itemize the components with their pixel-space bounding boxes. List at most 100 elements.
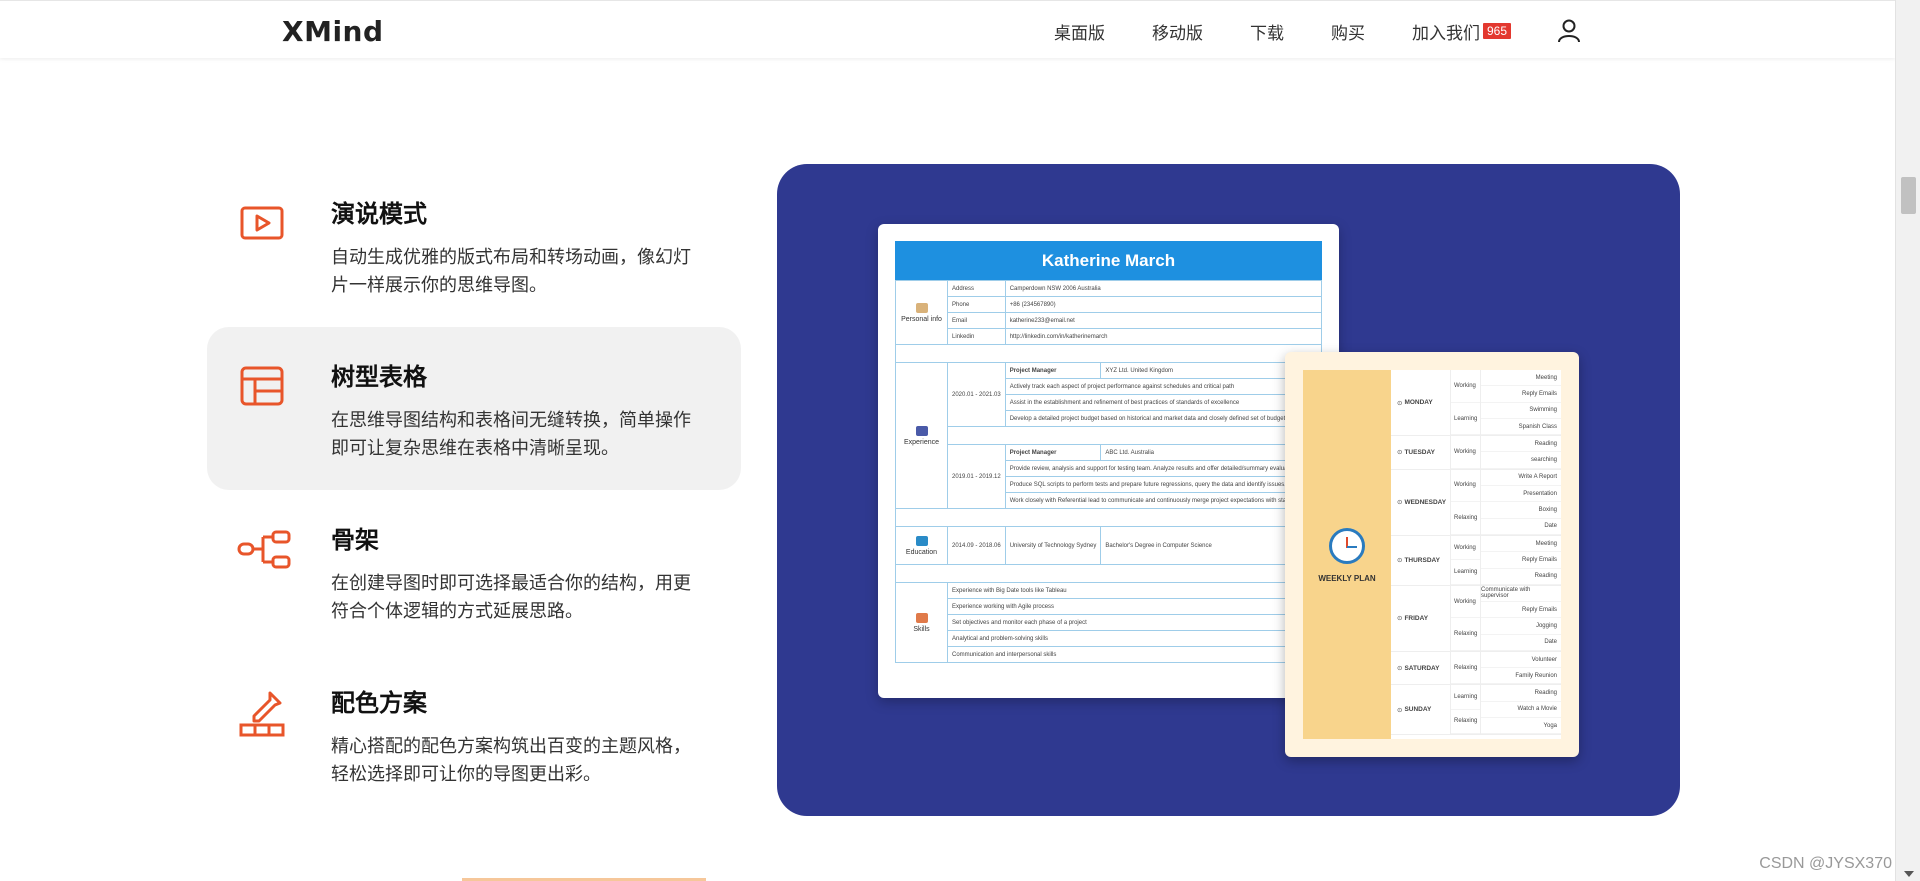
job-item: Develop a detailed project budget based … [1004,410,1323,427]
user-icon[interactable] [1556,18,1582,44]
weekly-plan-day-row: SUNDAYLearningRelaxingReadingWatch a Mov… [1391,685,1561,736]
skeleton-icon [237,525,291,575]
weekly-plan-item: Reply Emails [1481,552,1561,569]
weekly-plan-item: Communicate with supervisor [1481,586,1561,603]
weekly-plan-day: TUESDAY [1391,436,1451,469]
feature-title: 树型表格 [331,364,427,391]
top-navigation: XMind 桌面版 移动版 下载 购买 加入我们 965 [0,0,1895,58]
feature-description: 在创建导图时即可选择最适合你的结构，用更符合个体逻辑的方式延展思路。 [331,573,691,621]
weekly-plan-day: SUNDAY [1391,685,1451,735]
weekly-plan-item: Volunteer [1481,652,1561,669]
weekly-plan-item: Meeting [1481,536,1561,553]
weekly-plan-category: Relaxing [1451,618,1480,652]
table-spacer [895,344,1322,363]
info-value: +86 (234567890) [1004,296,1323,313]
weekly-plan-sidebar: WEEKLY PLAN [1303,370,1391,739]
weekly-plan-item: Write A Report [1481,470,1561,486]
info-label: Address [947,280,1006,297]
job-item: Produce SQL scripts to perform tests and… [1004,476,1323,493]
info-label: Linkedin [947,328,1006,345]
briefcase-icon [915,425,928,436]
section-label: Education [905,548,938,556]
weekly-plan-item: Family Reunion [1481,668,1561,685]
info-label: Email [947,312,1006,329]
feature-presentation-mode[interactable]: 演说模式 自动生成优雅的版式布局和转场动画，像幻灯片一样展示你的思维导图。 [207,164,741,327]
feature-color-scheme[interactable]: 配色方案 精心搭配的配色方案构筑出百变的主题风格，轻松选择即可让你的导图更出彩。 [207,653,741,816]
weekly-plan-category: Learning [1451,403,1480,436]
weekly-plan-item: Meeting [1481,370,1561,387]
weekly-plan-item: Date [1481,519,1561,535]
job-item: Assist in the establishment and refineme… [1004,394,1323,411]
resume-section-skills: Skills [895,582,948,663]
weekly-plan-rows: MONDAYWorkingLearningMeetingReply Emails… [1391,370,1561,739]
skill-item: Analytical and problem-solving skills [947,630,1322,647]
main-nav: 桌面版 移动版 下载 购买 加入我们 965 [1007,18,1582,44]
info-label: Phone [947,296,1006,313]
weekly-plan-day-row: WEDNESDAYWorkingRelaxingWrite A ReportPr… [1391,469,1561,536]
weekly-plan-items: Meeting Reply Emails Swimming Spanish Class [1481,370,1561,436]
weekly-plan-category: Working [1451,370,1480,403]
weekly-plan-item: Reading [1481,569,1561,585]
weekly-plan-categories: Learning Relaxing [1451,685,1481,735]
section-label: Experience [903,438,940,446]
weekly-plan-day: THURSDAY [1391,535,1451,585]
weekly-plan-category: Learning [1451,560,1480,585]
job-title: Project Manager [1004,362,1102,379]
nav-buy[interactable]: 购买 [1331,19,1365,44]
weekly-plan-category: Relaxing [1451,652,1480,685]
info-value: Camperdown NSW 2006 Australia [1004,280,1323,297]
weekly-plan-item: Swimming [1481,403,1561,420]
weekly-plan-category: Working [1451,536,1480,561]
job-item: Provide review, analysis and support for… [1004,460,1323,477]
table-spacer [947,426,1322,445]
feature-description: 在思维导图结构和表格间无缝转换，简单操作即可让复杂思维在表格中清晰呈现。 [331,410,691,458]
weekly-plan-day-row: FRIDAYWorkingRelaxingCommunicate with su… [1391,585,1561,653]
weekly-plan-item: Reply Emails [1481,386,1561,403]
palette-icon [915,612,928,623]
table-spacer [895,508,1322,527]
weekly-plan-categories: Working [1451,436,1481,469]
weekly-plan-categories: Working Learning [1451,535,1481,585]
feature-title: 骨架 [331,527,379,554]
feature-tree-table[interactable]: 树型表格 在思维导图结构和表格间无缝转换，简单操作即可让复杂思维在表格中清晰呈现… [207,327,741,490]
weekly-plan-category: Relaxing [1451,710,1480,735]
info-value: katherine233@email.net [1004,312,1323,329]
weekly-plan-preview: WEEKLY PLAN MONDAYWorkingLearningMeeting… [1285,352,1579,757]
scroll-down-arrow-icon[interactable] [1904,871,1914,877]
nav-join-us[interactable]: 加入我们 965 [1412,19,1511,44]
resume-name: Katherine March [895,241,1322,280]
nav-desktop[interactable]: 桌面版 [1054,19,1105,44]
feature-description: 精心搭配的配色方案构筑出百变的主题风格，轻松选择即可让你的导图更出彩。 [331,736,691,784]
nav-mobile[interactable]: 移动版 [1152,19,1203,44]
weekly-plan-item: Boxing [1481,502,1561,519]
feature-description: 自动生成优雅的版式布局和转场动画，像幻灯片一样展示你的思维导图。 [331,247,691,295]
weekly-plan-day: SATURDAY [1391,652,1451,685]
weekly-plan-item: Date [1481,635,1561,652]
feature-list: 演说模式 自动生成优雅的版式布局和转场动画，像幻灯片一样展示你的思维导图。 树型… [207,164,741,816]
table-spacer [895,564,1322,583]
weekly-plan-items: Communicate with supervisor Reply Emails J… [1481,586,1561,652]
id-card-icon [915,302,928,313]
resume-section-experience: Experience [895,362,948,509]
scrollbar-thumb[interactable] [1901,177,1916,214]
job-period: 2020.01 - 2021.03 [947,362,1006,427]
weekly-plan-category: Working [1451,470,1480,503]
weekly-plan-day-row: MONDAYWorkingLearningMeetingReply Emails… [1391,370,1561,437]
feature-skeleton[interactable]: 骨架 在创建导图时即可选择最适合你的结构，用更符合个体逻辑的方式延展思路。 [207,490,741,653]
nav-download[interactable]: 下载 [1250,19,1284,44]
job-item: Actively track each aspect of project pe… [1004,378,1323,395]
nav-join-us-label: 加入我们 [1411,23,1480,43]
job-item: Work closely with Referential lead to co… [1004,492,1323,509]
weekly-plan-title: WEEKLY PLAN [1318,574,1376,583]
feature-title: 演说模式 [331,201,427,228]
page-scrollbar[interactable] [1895,0,1920,881]
weekly-plan-items: Reading Watch a Movie Yoga [1481,685,1561,735]
weekly-plan-categories: Relaxing [1451,652,1481,685]
skill-item: Experience working with Agile process [947,598,1322,615]
weekly-plan-item: Presentation [1481,486,1561,503]
weekly-plan-day-row: TUESDAYWorkingReadingsearching [1391,436,1561,470]
xmind-logo[interactable]: XMind [282,15,384,48]
weekly-plan-day: FRIDAY [1391,585,1451,652]
graduation-cap-icon [915,535,928,546]
weekly-plan-day-row: THURSDAYWorkingLearningMeetingReply Emai… [1391,535,1561,586]
